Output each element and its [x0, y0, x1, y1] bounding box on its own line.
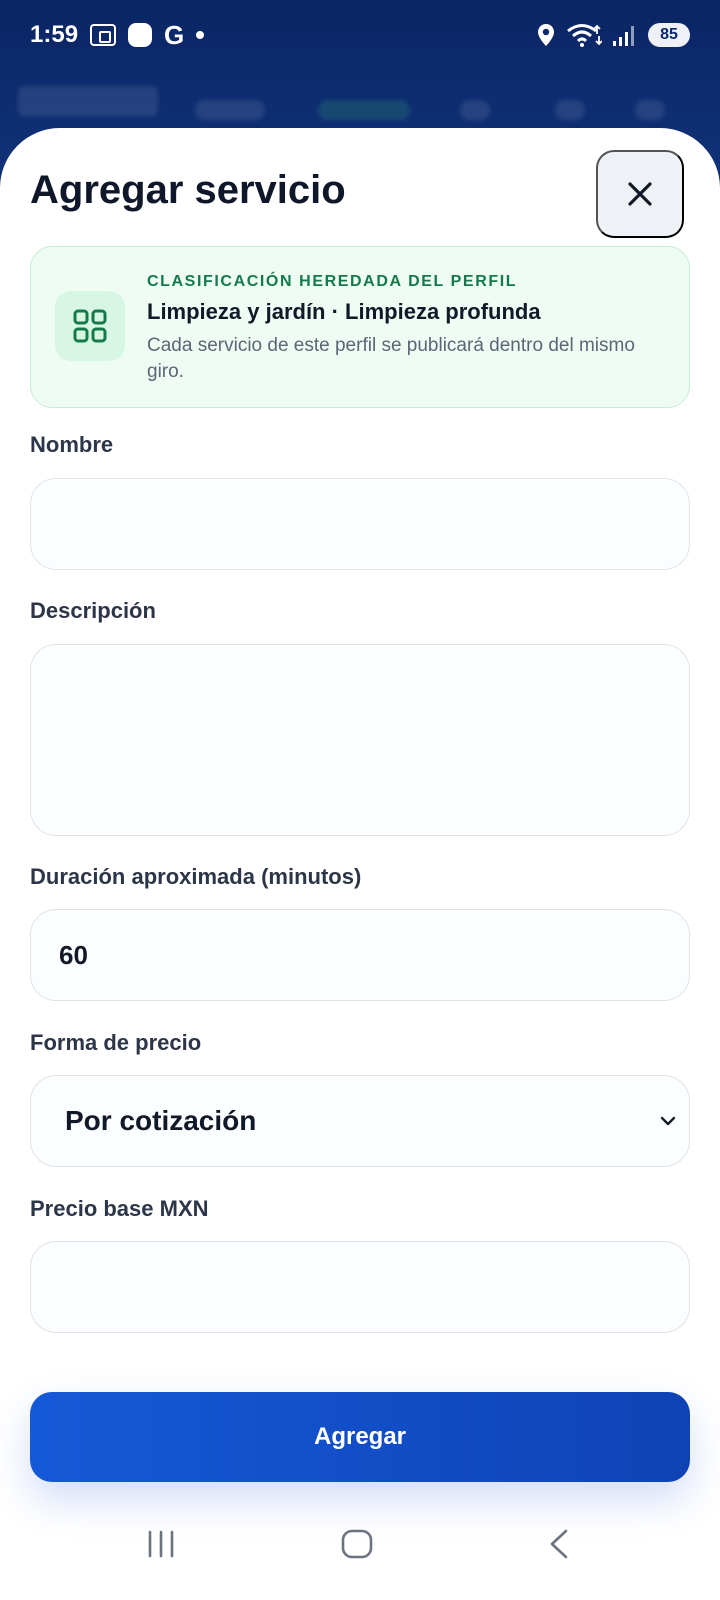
page-title: Agregar servicio [30, 168, 346, 212]
price-form-select[interactable]: Por cotización [30, 1075, 690, 1167]
category-icon-tile [55, 291, 125, 361]
status-time: 1:59 [30, 21, 79, 48]
name-label: Nombre [30, 432, 114, 457]
classification-description: Cada servicio de este perfil se publicar… [147, 335, 635, 382]
background-nav-item [555, 100, 585, 120]
close-button[interactable] [596, 150, 684, 238]
description-label: Descripción [30, 598, 156, 623]
classification-eyebrow: CLASIFICACIÓN HEREDADA DEL PERFIL [147, 273, 518, 290]
background-nav-item [460, 100, 490, 120]
recent-apps-icon[interactable] [146, 1528, 176, 1560]
home-icon[interactable] [340, 1528, 374, 1560]
duration-label: Duración aproximada (minutos) [30, 864, 362, 889]
signal-icon [613, 26, 634, 46]
add-service-sheet: Agregar servicio CLASIFICACIÓN HEREDADA … [0, 128, 720, 1600]
close-icon [628, 182, 652, 206]
inherited-classification-card: CLASIFICACIÓN HEREDADA DEL PERFIL Limpie… [30, 246, 690, 408]
back-icon[interactable] [546, 1528, 572, 1560]
name-input[interactable] [30, 478, 690, 570]
background-nav-item [318, 100, 410, 120]
description-input[interactable] [30, 644, 690, 836]
add-service-button[interactable]: Agregar [30, 1392, 690, 1482]
grid-icon [73, 309, 107, 343]
base-price-label: Precio base MXN [30, 1196, 209, 1221]
classification-title: Limpieza y jardín · Limpieza profunda [147, 299, 541, 324]
price-form-label: Forma de precio [30, 1030, 202, 1055]
status-bar: 1:59 G 85 [0, 0, 720, 70]
notification-dot-icon [196, 31, 205, 39]
background-logo [18, 86, 158, 116]
background-nav-item [635, 100, 665, 120]
wifi-icon [567, 24, 602, 47]
screen: 1:59 G 85 Agregar servicio CLASIFICACIÓN… [0, 0, 720, 1600]
status-right: 85 [536, 22, 690, 48]
app-notification-icon [128, 23, 153, 47]
battery-indicator: 85 [648, 23, 690, 47]
screenshot-icon [90, 24, 117, 46]
duration-input[interactable] [30, 909, 690, 1001]
status-left: 1:59 G [30, 19, 205, 51]
base-price-input[interactable] [30, 1241, 690, 1333]
price-form-selected-value: Por cotización [65, 1105, 257, 1136]
background-nav-item [195, 100, 265, 120]
location-icon [538, 24, 554, 46]
chevron-down-icon [660, 1116, 676, 1126]
google-icon: G [164, 19, 185, 50]
